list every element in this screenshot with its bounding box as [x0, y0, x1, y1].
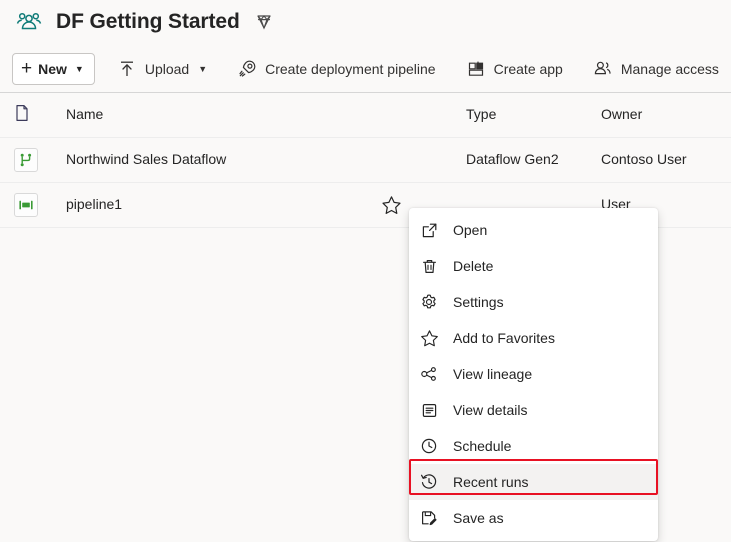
- workspace-page: DF Getting Started + New ▼: [0, 0, 731, 542]
- open-external-icon: [419, 220, 439, 240]
- plus-icon: +: [21, 59, 32, 78]
- column-header-owner-label: Owner: [601, 106, 642, 122]
- row-type-cell: Dataflow Gen2: [466, 151, 601, 169]
- upload-button[interactable]: Upload ▼: [109, 53, 215, 85]
- row-type-label: Dataflow Gen2: [466, 151, 559, 167]
- row-name-label: pipeline1: [66, 196, 122, 212]
- column-header-name[interactable]: Name: [66, 106, 466, 124]
- column-header-type-label: Type: [466, 106, 496, 122]
- context-menu-item-label: Recent runs: [453, 474, 528, 490]
- table-header-row: Name Type Owner: [0, 93, 731, 138]
- people-icon: [593, 59, 613, 79]
- row-name-cell[interactable]: pipeline1: [66, 196, 466, 214]
- new-button-label: New: [38, 61, 67, 77]
- create-app-label: Create app: [494, 61, 563, 77]
- column-header-owner[interactable]: Owner: [601, 106, 731, 124]
- context-menu-item-recent-runs[interactable]: Recent runs: [409, 464, 658, 500]
- context-menu-item-label: Schedule: [453, 438, 511, 454]
- context-menu-item-view-lineage[interactable]: View lineage: [409, 356, 658, 392]
- column-header-icon[interactable]: [14, 104, 66, 127]
- table-row[interactable]: Northwind Sales Dataflow Dataflow Gen2 C…: [0, 138, 731, 183]
- chevron-down-icon: ▼: [198, 64, 207, 74]
- star-outline-icon: [419, 328, 439, 348]
- row-owner-label: Contoso User: [601, 151, 687, 167]
- people-group-icon: [14, 7, 44, 37]
- lineage-icon: [419, 364, 439, 384]
- context-menu-item-label: View details: [453, 402, 527, 418]
- context-menu: Open Delete Settings: [409, 208, 658, 541]
- favorite-star-button[interactable]: [380, 194, 402, 216]
- context-menu-item-open[interactable]: Open: [409, 212, 658, 248]
- upload-icon: [117, 59, 137, 79]
- column-header-type[interactable]: Type: [466, 106, 601, 124]
- context-menu-item-save-as[interactable]: Save as: [409, 500, 658, 536]
- rocket-icon: [237, 59, 257, 79]
- chevron-down-icon: ▼: [75, 64, 84, 74]
- pipeline-icon: [14, 193, 38, 217]
- context-menu-item-settings[interactable]: Settings: [409, 284, 658, 320]
- context-menu-item-delete[interactable]: Delete: [409, 248, 658, 284]
- new-button[interactable]: + New ▼: [12, 53, 95, 85]
- context-menu-item-label: Add to Favorites: [453, 330, 555, 346]
- context-menu-item-view-details[interactable]: View details: [409, 392, 658, 428]
- create-deployment-pipeline-button[interactable]: Create deployment pipeline: [229, 53, 443, 85]
- details-list-icon: [419, 400, 439, 420]
- page-header: DF Getting Started: [0, 0, 731, 44]
- page-title: DF Getting Started: [56, 10, 240, 34]
- upload-label: Upload: [145, 61, 189, 77]
- manage-access-label: Manage access: [621, 61, 719, 77]
- row-name-label: Northwind Sales Dataflow: [66, 151, 226, 167]
- context-menu-item-label: Save as: [453, 510, 504, 526]
- row-name-cell[interactable]: Northwind Sales Dataflow: [66, 151, 466, 169]
- app-grid-icon: [466, 59, 486, 79]
- history-clock-icon: [419, 472, 439, 492]
- context-menu-item-label: Open: [453, 222, 487, 238]
- column-header-name-label: Name: [66, 106, 103, 122]
- dataflow-icon: [14, 148, 38, 172]
- trash-icon: [419, 256, 439, 276]
- clock-icon: [419, 436, 439, 456]
- create-deployment-pipeline-label: Create deployment pipeline: [265, 61, 435, 77]
- save-as-icon: [419, 508, 439, 528]
- diamond-icon: [254, 12, 274, 32]
- gear-icon: [419, 292, 439, 312]
- document-icon: [14, 104, 30, 127]
- context-menu-item-label: Delete: [453, 258, 493, 274]
- row-icon-cell: [14, 148, 66, 172]
- context-menu-item-add-to-favorites[interactable]: Add to Favorites: [409, 320, 658, 356]
- toolbar: + New ▼ Upload ▼: [0, 44, 731, 93]
- row-icon-cell: [14, 193, 66, 217]
- context-menu-item-label: Settings: [453, 294, 504, 310]
- create-app-button[interactable]: Create app: [458, 53, 571, 85]
- row-owner-cell: Contoso User: [601, 151, 731, 169]
- manage-access-button[interactable]: Manage access: [585, 53, 727, 85]
- context-menu-item-label: View lineage: [453, 366, 532, 382]
- context-menu-item-schedule[interactable]: Schedule: [409, 428, 658, 464]
